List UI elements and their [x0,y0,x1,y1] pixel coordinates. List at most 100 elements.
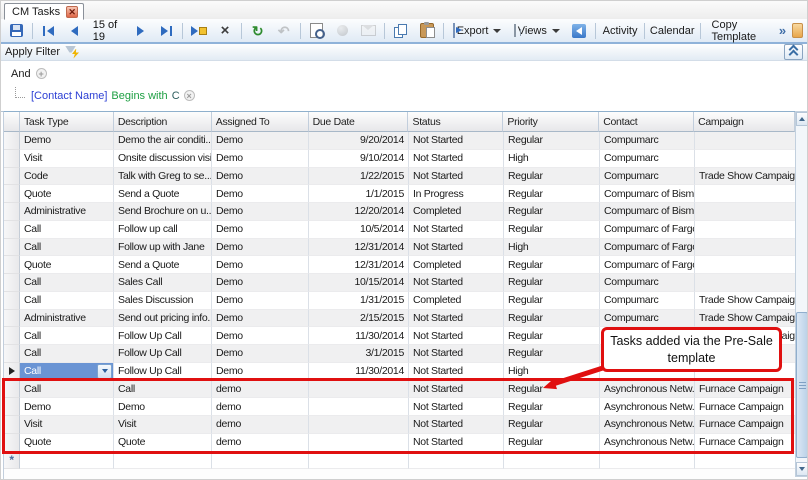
row-selector[interactable] [4,239,20,257]
cell[interactable]: Sales Discussion [114,292,212,310]
row-selector[interactable] [4,168,20,186]
cell[interactable]: Demo [20,132,114,150]
cell[interactable]: Trade Show Campaign [695,292,796,310]
cell[interactable]: Quote [20,434,114,452]
cell[interactable]: Not Started [409,416,504,434]
cell[interactable]: High [504,363,600,381]
cell[interactable]: Follow up call [114,221,212,239]
cell[interactable]: Follow Up Call [114,363,212,381]
cell[interactable]: Regular [504,274,600,292]
cell[interactable]: Compumarc [600,292,695,310]
cell[interactable]: Regular [504,416,600,434]
condition-value[interactable]: C [172,90,180,102]
cell[interactable]: Code [20,168,114,186]
cell[interactable]: Demo the air conditi... [114,132,212,150]
cell[interactable]: Not Started [409,132,504,150]
cell[interactable]: Quote [20,185,114,203]
cell[interactable]: Trade Show Campaign [695,168,796,186]
cell[interactable]: Compumarc [600,274,695,292]
cell[interactable]: Not Started [409,363,504,381]
cell[interactable]: Demo [212,150,309,168]
cell[interactable]: Follow Up Call [114,345,212,363]
row-selector[interactable] [4,434,20,452]
cell[interactable]: Demo [212,274,309,292]
toolbar-overflow-chevron[interactable]: » [775,23,790,38]
cell[interactable]: Not Started [409,150,504,168]
row-selector[interactable] [4,256,20,274]
row-selector[interactable] [4,274,20,292]
next-record-button[interactable] [128,21,152,41]
cell[interactable]: Visit [20,150,114,168]
cell[interactable]: 9/10/2014 [309,150,409,168]
row-selector[interactable] [4,310,20,328]
remove-condition-icon[interactable]: × [184,90,195,101]
cell[interactable]: Demo [212,292,309,310]
table-row[interactable]: DemoDemodemoNot StartedRegularAsynchrono… [4,398,795,416]
cell[interactable]: Regular [504,310,600,328]
cell[interactable]: Demo [212,221,309,239]
undo-button[interactable]: ↶ [272,21,296,41]
cell[interactable] [695,256,796,274]
cell[interactable] [409,452,504,470]
cell[interactable]: Not Started [409,239,504,257]
copy-button[interactable] [389,21,413,41]
cell[interactable]: Demo [212,256,309,274]
cell[interactable]: Completed [409,203,504,221]
filter-icon[interactable] [65,46,79,59]
cell[interactable]: Send out pricing info... [114,310,212,328]
new-record-button[interactable] [187,21,211,41]
cell[interactable]: demo [212,381,309,399]
scrollbar-thumb[interactable] [796,312,808,458]
cell[interactable]: Regular [504,132,600,150]
cell[interactable]: 11/30/2014 [309,327,409,345]
cell[interactable]: Send a Quote [114,185,212,203]
cell[interactable]: Send Brochure on u... [114,203,212,221]
cell[interactable]: Asynchronous Netw... [600,398,695,416]
row-selector[interactable] [4,203,20,221]
cell[interactable]: Furnace Campaign [695,398,796,416]
cell[interactable]: 2/15/2015 [309,310,409,328]
new-row[interactable]: * [4,452,795,470]
cell[interactable]: Regular [504,327,600,345]
cell[interactable] [309,452,409,470]
cell[interactable] [695,203,796,221]
cell[interactable]: Trade Show Campaign [695,310,796,328]
cell[interactable]: Not Started [409,381,504,399]
table-row[interactable]: QuoteQuotedemoNot StartedRegularAsynchro… [4,434,795,452]
save-button[interactable] [4,21,28,41]
scroll-up-button[interactable] [796,112,808,126]
first-record-button[interactable] [37,21,61,41]
cell[interactable] [695,132,796,150]
cell[interactable]: Call [20,221,114,239]
column-header-campaign[interactable]: Campaign [694,112,795,132]
cell[interactable]: Demo [212,239,309,257]
cell[interactable]: Not Started [409,310,504,328]
cell[interactable]: Regular [504,434,600,452]
cell[interactable]: Regular [504,256,600,274]
filter-conjunction[interactable]: And [11,68,31,80]
cell[interactable]: Demo [212,185,309,203]
cell[interactable]: Regular [504,185,600,203]
cell[interactable]: Compumarc [600,150,695,168]
copy-template-button[interactable]: Copy Template [705,21,773,41]
cell[interactable] [695,239,796,257]
goto-button[interactable] [567,21,591,41]
cell[interactable]: Regular [504,203,600,221]
cell[interactable]: Furnace Campaign [695,416,796,434]
cell[interactable]: Demo [212,132,309,150]
cell[interactable]: Call [20,292,114,310]
cell[interactable]: Call [20,239,114,257]
refresh-button[interactable]: ↻ [246,21,270,41]
cell[interactable]: 3/1/2015 [309,345,409,363]
cell[interactable] [504,452,600,470]
cell[interactable]: Not Started [409,327,504,345]
cell[interactable]: Not Started [409,345,504,363]
cell[interactable]: Administrative [20,310,114,328]
cell[interactable]: Demo [212,363,309,381]
row-selector[interactable] [4,327,20,345]
cell[interactable]: Quote [114,434,212,452]
cell[interactable]: Call [20,274,114,292]
scroll-down-button[interactable] [796,462,808,476]
cell[interactable]: 1/1/2015 [309,185,409,203]
cell[interactable]: Furnace Campaign [695,434,796,452]
